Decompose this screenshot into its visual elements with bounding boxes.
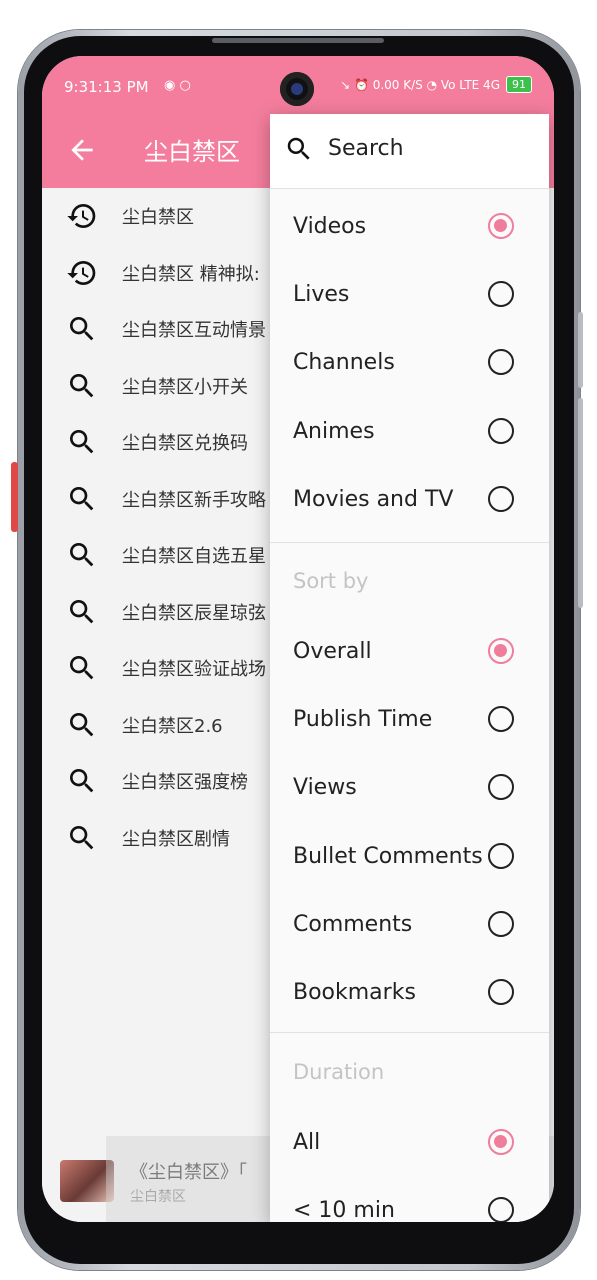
notification-icons: ◉ ○ [164, 78, 191, 93]
radio-unchecked-icon[interactable] [488, 349, 514, 376]
search-icon [70, 769, 94, 793]
menu-section-header: Duration [293, 1060, 385, 1084]
radio-unchecked-icon[interactable] [488, 485, 514, 512]
history-icon [67, 204, 96, 229]
earpiece-grille [212, 38, 384, 43]
filter-menu: Search Videos Lives Channels Animes Movies a… [270, 114, 549, 1222]
menu-option-label: Movies and TV [293, 486, 454, 512]
suggestion-text: 尘白禁区2.6 [122, 715, 223, 737]
front-camera [280, 72, 314, 106]
suggestion-text: 尘白禁区小开关 [122, 376, 248, 398]
suggestion-text: 尘白禁区强度榜 [122, 772, 248, 793]
suggestion-text: 尘白禁区 精神拟: [122, 263, 260, 285]
menu-option-label: < 10 min [293, 1198, 395, 1222]
battery-icon: 91 [506, 76, 532, 93]
radio-unchecked-icon[interactable] [488, 417, 514, 444]
menu-option-label: Views [293, 775, 357, 801]
suggestion-text: 尘白禁区剧情 [122, 828, 230, 850]
menu-search-label: Search [328, 136, 404, 161]
menu-option-10-min[interactable]: < 10 min [270, 1178, 549, 1222]
radio-unchecked-icon[interactable] [488, 910, 514, 937]
search-icon [70, 486, 94, 510]
radio-unchecked-icon[interactable] [488, 706, 514, 733]
search-icon [70, 543, 94, 567]
suggestion-text: 尘白禁区验证战场 [122, 659, 266, 680]
volume-key [578, 312, 583, 388]
radio-checked-icon[interactable] [488, 213, 514, 239]
menu-option-label: Overall [293, 639, 372, 664]
menu-option-views[interactable]: Views [270, 755, 549, 823]
search-icon [70, 430, 94, 454]
menu-option-label: Bullet Comments [293, 843, 483, 869]
menu-section-header: Sort by [293, 569, 369, 593]
menu-option-label: Lives [293, 282, 350, 308]
menu-option-label: Videos [293, 214, 367, 239]
menu-option-label: Comments [293, 911, 413, 937]
menu-option-animes[interactable]: Animes [270, 399, 549, 467]
menu-option-all[interactable]: All [270, 1110, 549, 1178]
power-key [578, 398, 583, 608]
screen: 9:31:13 PM ◉ ○ ↘ ⏰ 0.00 K/S ◔ Vo LTE 4G … [42, 56, 554, 1222]
suggestion-text: 尘白禁区辰星琼弦 [122, 602, 266, 624]
menu-divider [270, 542, 549, 543]
suggestion-text: 尘白禁区自选五星 [122, 546, 266, 567]
menu-option-videos[interactable]: Videos [270, 194, 549, 262]
menu-option-label: Animes [293, 418, 375, 444]
menu-option-label: All [293, 1130, 321, 1155]
menu-divider [270, 1032, 549, 1033]
status-icons: ↘ ⏰ 0.00 K/S ◔ Vo LTE 4G 91 [340, 76, 532, 93]
search-icon [287, 137, 310, 160]
signal-icons: ↘ ⏰ 0.00 K/S ◔ Vo LTE 4G [340, 77, 500, 92]
menu-option-bullet-comments[interactable]: Bullet Comments [270, 824, 549, 892]
search-icon [70, 317, 94, 341]
page-title: 尘白禁区 [144, 138, 240, 166]
back-arrow-icon[interactable] [66, 134, 98, 166]
search-icon [70, 712, 94, 736]
search-icon [70, 373, 94, 397]
menu-option-comments[interactable]: Comments [270, 892, 549, 960]
suggestion-text: 尘白禁区 [122, 207, 194, 228]
menu-option-label: Publish Time [293, 707, 433, 733]
radio-unchecked-icon[interactable] [488, 979, 514, 1005]
radio-checked-icon[interactable] [488, 638, 514, 664]
search-icon [70, 825, 94, 849]
menu-option-publish-time[interactable]: Publish Time [270, 687, 549, 755]
suggestion-text: 尘白禁区新手攻略 [122, 489, 266, 511]
search-icon [70, 599, 94, 623]
menu-option-overall[interactable]: Overall [270, 619, 549, 687]
side-key [11, 462, 18, 532]
menu-option-label: Bookmarks [293, 980, 416, 1005]
status-time: 9:31:13 PM [64, 78, 149, 96]
menu-option-label: Channels [293, 350, 395, 376]
menu-option-lives[interactable]: Lives [270, 262, 549, 330]
history-icon [67, 260, 96, 285]
suggestion-text: 尘白禁区互动情景 [122, 320, 266, 341]
radio-unchecked-icon[interactable] [488, 842, 514, 869]
suggestion-text: 尘白禁区兑换码 [122, 433, 248, 454]
menu-option-movies-and-tv[interactable]: Movies and TV [270, 467, 549, 535]
radio-unchecked-icon[interactable] [488, 281, 514, 308]
radio-unchecked-icon[interactable] [488, 774, 514, 801]
menu-search-item[interactable]: Search [270, 114, 549, 189]
menu-option-channels[interactable]: Channels [270, 330, 549, 398]
radio-checked-icon[interactable] [488, 1129, 514, 1155]
radio-unchecked-icon[interactable] [488, 1197, 514, 1222]
search-icon [70, 656, 94, 680]
menu-option-bookmarks[interactable]: Bookmarks [270, 960, 549, 1028]
